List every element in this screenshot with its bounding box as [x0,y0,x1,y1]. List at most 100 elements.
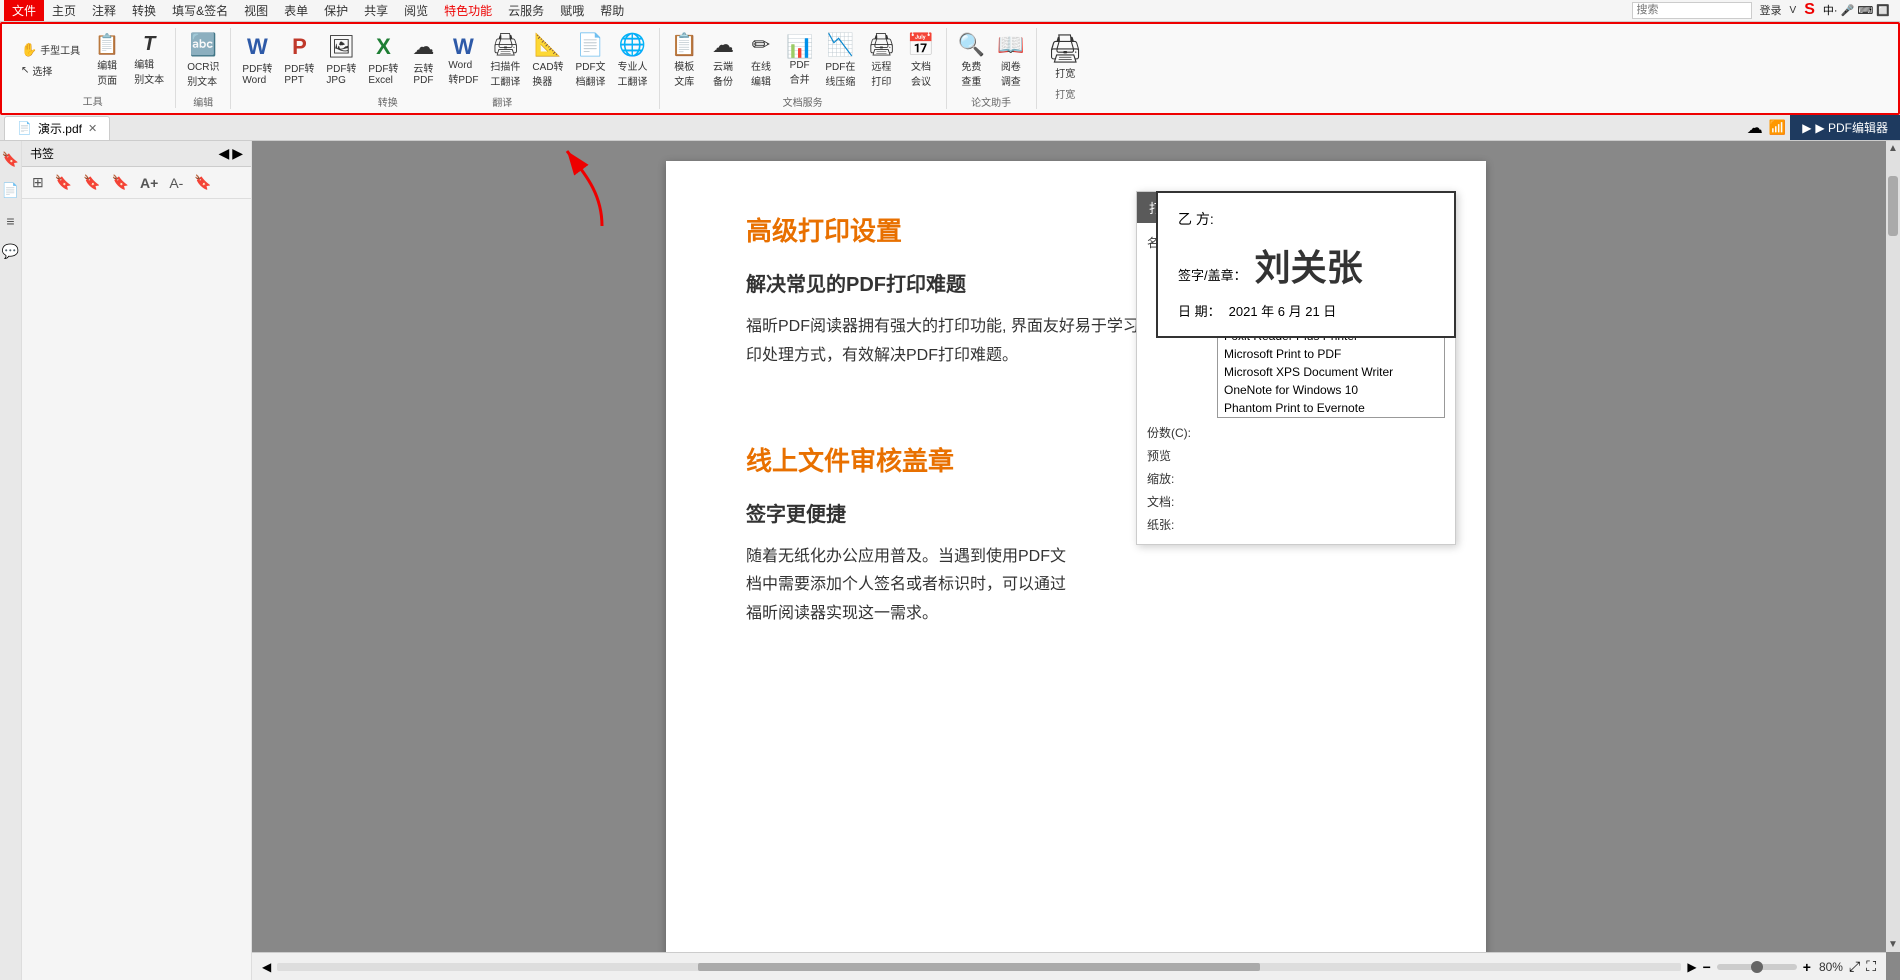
menu-home[interactable]: 主页 [44,0,84,21]
fullscreen-btn[interactable]: ⛶ [1866,958,1876,975]
pdf-editor-label[interactable]: ▶ ▶ PDF编辑器 [1790,115,1900,140]
pdf-area[interactable]: 高级打印设置 解决常见的PDF打印难题 福昕PDF阅读器拥有强大的打印功能, 界… [252,141,1900,980]
menu-view[interactable]: 视图 [236,0,276,21]
select-btn[interactable]: ↖ 选择 [16,61,85,80]
bookmark-icon[interactable]: 🔖 [0,147,23,172]
printer-phantom-evernote[interactable]: Phantom Print to Evernote [1218,399,1444,417]
zoom-minus-btn[interactable]: − [1703,959,1711,975]
annotation-icon[interactable]: 💬 [0,239,23,264]
scan-icon: 🖨 [491,32,519,58]
page-icon[interactable]: 📄 [0,178,23,203]
menu-protect[interactable]: 保护 [316,0,356,21]
menu-sign[interactable]: 填写&签名 [164,0,236,21]
login-btn[interactable]: 登录 [1760,2,1782,18]
printer-onenote[interactable]: OneNote for Windows 10 [1218,381,1444,399]
template-btn[interactable]: 📋 模板文库 [666,28,703,92]
pdf-to-excel-btn[interactable]: X PDF转Excel [363,30,403,90]
sidebar-p2-btn[interactable]: 🔖 [79,171,104,194]
h-scrollbar-thumb[interactable] [698,963,1260,971]
online-edit-btn[interactable]: ✏ 在线编辑 [743,28,779,92]
sidebar-font-large-btn[interactable]: A+ [136,172,162,194]
menu-annotate[interactable]: 注释 [84,0,124,21]
doc-meeting-btn[interactable]: 📅 文档会议 [902,28,939,92]
scrollbar-thumb[interactable] [1888,176,1898,236]
arrow-right-icon: ▶ [1802,121,1811,135]
read-check-btn[interactable]: 📖 阅卷调查 [992,28,1029,92]
zoom-slider[interactable] [1717,964,1797,970]
section2-text: 线上文件审核盖章 签字更便捷 随着无纸化办公应用普及。当遇到使用PDF文档中需要… [746,441,1076,659]
tab-close-btn[interactable]: ✕ [88,122,97,135]
edit-page-label: 编辑页面 [97,57,117,87]
printer-ms-xps[interactable]: Microsoft XPS Document Writer [1218,363,1444,381]
sidebar: 书签 ◀ ▶ ⊞ 🔖 🔖 🔖 A+ A- 🔖 [22,141,252,980]
h-scrollbar[interactable] [277,963,1681,971]
fit-page-btn[interactable]: ⤢ [1849,958,1860,975]
online-edit-icon: ✏ [752,32,770,58]
search-input[interactable] [1632,2,1752,19]
edit-page-btn[interactable]: 📋 编辑页面 [87,28,127,91]
printer-ms-pdf[interactable]: Microsoft Print to PDF [1218,345,1444,363]
pdf-compress-btn[interactable]: 📉 PDF在线压缩 [820,28,860,92]
pdf-to-word-btn[interactable]: W PDF转Word [237,30,277,90]
status-bar: ◀ ▶ − + 80% ⤢ ⛶ [252,952,1886,980]
free-check-btn[interactable]: 🔍 免费查重 [953,28,990,92]
scroll-right-btn[interactable]: ▶ [1687,960,1696,974]
pro-translate-btn[interactable]: 🌐 专业人工翻译 [613,28,653,92]
print-paper-label: 纸张: [1147,516,1217,533]
layers-icon[interactable]: ≡ [2,209,18,233]
print-wide-label: 打宽 [1055,65,1075,80]
menu-form[interactable]: 表单 [276,0,316,21]
menu-browse[interactable]: 阅览 [396,0,436,21]
menu-share[interactable]: 共享 [356,0,396,21]
cloud2-icon: 📶 [1769,119,1786,136]
zoom-plus-btn[interactable]: + [1803,959,1811,975]
ocr-btn[interactable]: 🔤 OCR识别文本 [182,28,224,92]
zoom-thumb[interactable] [1751,961,1763,973]
print-scale-label: 缩放: [1147,470,1217,487]
menu-cloud[interactable]: 云服务 [500,0,552,21]
sidebar-prev-btn[interactable]: ◀ [218,145,229,162]
sidebar-next-btn[interactable]: ▶ [232,145,243,162]
pdf-merge-label: PDF合并 [790,60,810,86]
cloud-icon: ☁ [1747,118,1763,138]
sidebar-p3-btn[interactable]: 🔖 [108,171,133,194]
menu-file[interactable]: 文件 [4,0,44,21]
sidebar-more-btn[interactable]: 🔖 [190,171,215,194]
cad-btn[interactable]: 📐 CAD转换器 [527,28,568,92]
remote-print-label: 远程打印 [871,58,891,88]
sidebar-p1-btn[interactable]: 🔖 [51,171,76,194]
scroll-up-btn[interactable]: ▲ [1886,141,1900,156]
sig-date-value: 2021 年 6 月 21 日 [1229,301,1337,320]
pdf-to-ppt-btn[interactable]: P PDF转PPT [279,30,319,90]
cloud-to-pdf-btn[interactable]: ☁ 云转PDF [405,30,441,90]
print-wide-btn[interactable]: 🖨 打宽 [1043,28,1089,84]
edit-text-btn[interactable]: T 编辑别文本 [129,29,169,90]
menu-convert[interactable]: 转换 [124,0,164,21]
demo-pdf-tab[interactable]: 📄 演示.pdf ✕ [4,116,110,140]
menu-help[interactable]: 帮助 [592,0,632,21]
remote-print-btn[interactable]: 🖨 远程打印 [862,28,900,92]
print-buttons: 🖨 打宽 [1043,28,1089,84]
hand-tool-btn[interactable]: ✋ 手型工具 [16,40,85,60]
pdf-merge-btn[interactable]: 📊 PDF合并 [781,30,818,90]
edit-text-icon: T [143,33,155,56]
sidebar-font-small-btn[interactable]: A- [165,172,187,194]
menu-addon[interactable]: 赋哦 [552,0,592,21]
pdf-to-jpg-btn[interactable]: 🖼 PDF转JPG [321,30,361,90]
pdf-translate-btn[interactable]: 📄 PDF文档翻译 [571,28,611,92]
sidebar-nav-btns: ◀ ▶ [218,145,243,162]
read-check-icon: 📖 [997,32,1024,58]
scan-btn[interactable]: 🖨 扫描件工翻译 [485,28,525,92]
sidebar-grid-btn[interactable]: ⊞ [28,171,48,194]
scroll-left-btn[interactable]: ◀ [262,960,271,974]
word-to-pdf-btn[interactable]: W Word转PDF [443,30,483,90]
scrollbar-v[interactable]: ▲ ▼ [1886,141,1900,952]
menu-special[interactable]: 特色功能 [436,0,500,21]
read-check-label: 阅卷调查 [1001,58,1021,88]
cloud-backup-btn[interactable]: ☁ 云端备份 [705,28,741,92]
pdf-to-word-label: PDF转Word [242,60,272,86]
word-to-pdf-label: Word转PDF [448,60,478,86]
scan-label: 扫描件工翻译 [490,58,520,88]
scroll-down-btn[interactable]: ▼ [1886,937,1900,952]
zoom-level: V [1790,5,1797,16]
